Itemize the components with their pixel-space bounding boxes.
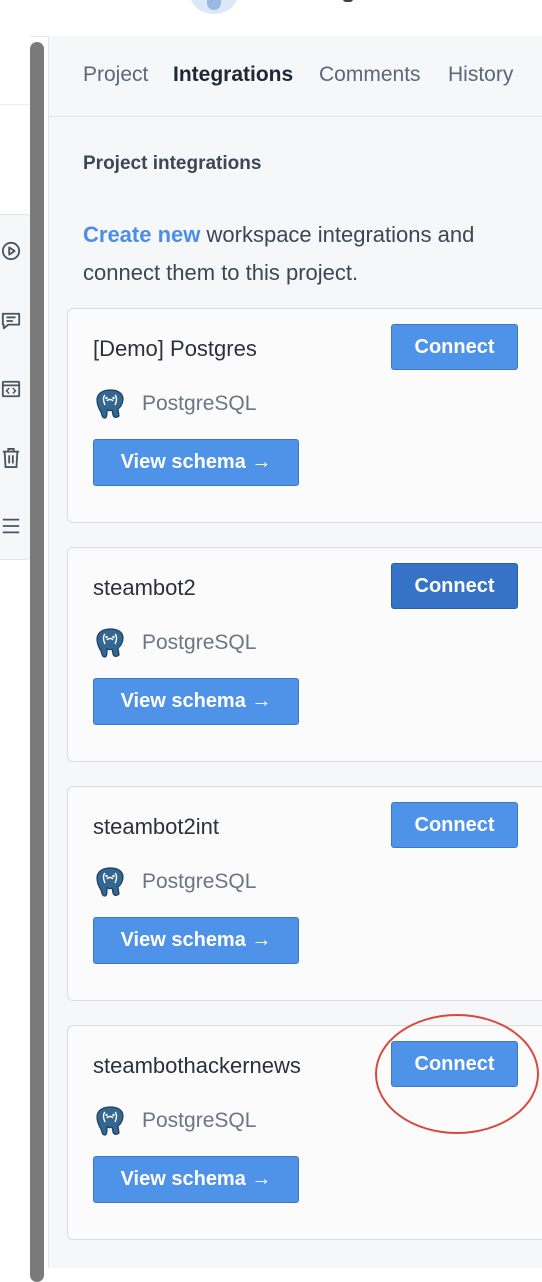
tab-project[interactable]: Project	[83, 63, 148, 87]
postgresql-icon	[96, 628, 124, 658]
side-toolbar	[0, 214, 32, 560]
integration-card: [Demo] Postgres Connect PostgreSQL View …	[67, 308, 542, 523]
avatar[interactable]	[190, 0, 238, 14]
integration-name: steambot2int	[93, 814, 219, 839]
connect-button[interactable]: Connect	[391, 802, 518, 848]
integration-type: PostgreSQL	[93, 865, 256, 899]
integration-type-label: PostgreSQL	[142, 1109, 257, 1132]
create-new-link[interactable]: Create new	[83, 222, 200, 247]
tab-comments[interactable]: Comments	[319, 63, 421, 87]
list-icon[interactable]	[1, 513, 21, 539]
integration-card: steambot2 Connect PostgreSQL View schema…	[67, 547, 542, 762]
top-bar	[0, 0, 542, 37]
play-circle-icon[interactable]	[1, 238, 21, 264]
integration-type-label: PostgreSQL	[142, 392, 257, 415]
left-column-header	[0, 36, 30, 105]
integration-type: PostgreSQL	[93, 1104, 256, 1138]
postgresql-icon	[96, 867, 124, 897]
postgresql-icon	[96, 389, 124, 419]
section-title: Project integrations	[83, 153, 262, 174]
scrollbar[interactable]	[30, 42, 44, 1282]
integration-type: PostgreSQL	[93, 387, 256, 421]
view-schema-button[interactable]: View schema →	[93, 678, 299, 725]
connect-button[interactable]: Connect	[391, 563, 518, 609]
view-schema-button[interactable]: View schema →	[93, 1156, 299, 1203]
tab-history[interactable]: History	[448, 63, 513, 87]
connect-button[interactable]: Connect	[391, 324, 518, 370]
integration-type-label: PostgreSQL	[142, 631, 257, 654]
tab-integrations[interactable]: Integrations	[173, 63, 293, 87]
integration-type: PostgreSQL	[93, 626, 256, 660]
postgresql-icon	[96, 1106, 124, 1136]
integration-card: steambot2int Connect PostgreSQL View sch…	[67, 786, 542, 1001]
integration-name: [Demo] Postgres	[93, 336, 257, 361]
integration-name: steambot2	[93, 575, 196, 600]
integration-type-label: PostgreSQL	[142, 870, 257, 893]
code-window-icon[interactable]	[1, 376, 21, 402]
view-schema-button[interactable]: View schema →	[93, 439, 299, 486]
intro-text: Create new workspace integrations and co…	[83, 216, 503, 292]
tab-bar: Project Integrations Comments History	[49, 36, 542, 117]
comment-icon[interactable]	[1, 308, 21, 334]
top-bar-title-fragment	[343, 0, 353, 2]
trash-icon[interactable]	[1, 445, 21, 471]
annotation-ellipse	[375, 1014, 539, 1134]
view-schema-button[interactable]: View schema →	[93, 917, 299, 964]
integration-name: steambothackernews	[93, 1053, 301, 1078]
